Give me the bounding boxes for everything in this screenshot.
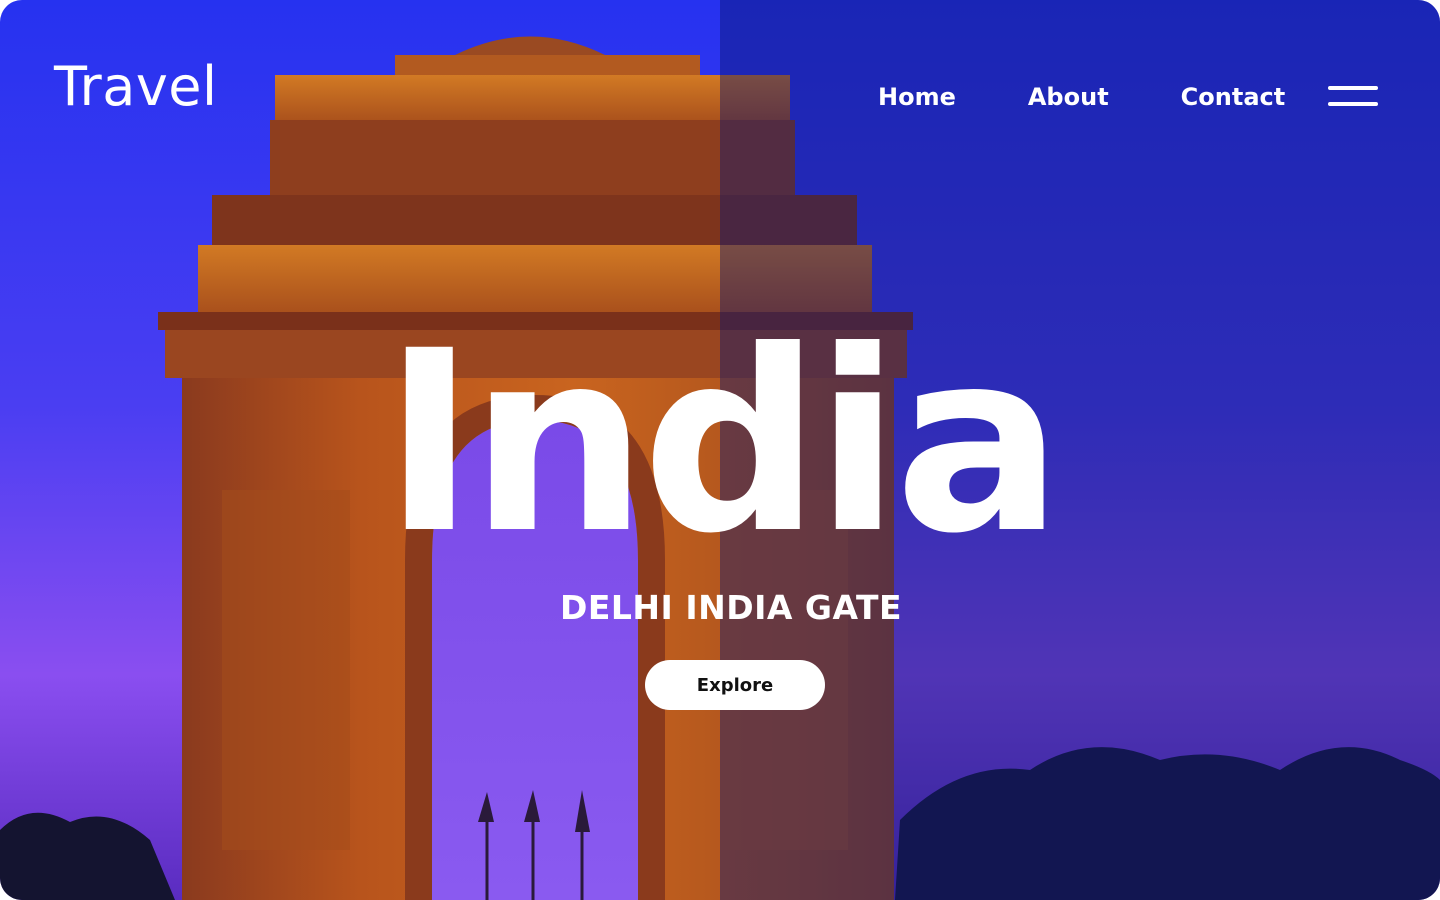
explore-button[interactable]: Explore bbox=[645, 660, 825, 710]
menu-bar-top bbox=[1328, 86, 1378, 90]
hero-section: Travel Home About Contact India DELHI IN… bbox=[0, 0, 1440, 900]
hamburger-menu-icon[interactable] bbox=[1322, 82, 1382, 112]
site-logo[interactable]: Travel bbox=[54, 60, 218, 114]
hero-subtitle: DELHI INDIA GATE bbox=[559, 588, 903, 627]
nav-link-about[interactable]: About bbox=[1028, 82, 1109, 112]
main-nav: Home About Contact bbox=[878, 82, 1285, 112]
nav-link-home[interactable]: Home bbox=[878, 82, 956, 112]
hero-title: India bbox=[382, 297, 1063, 588]
nav-link-contact[interactable]: Contact bbox=[1181, 82, 1286, 112]
menu-bar-bottom bbox=[1328, 102, 1378, 106]
